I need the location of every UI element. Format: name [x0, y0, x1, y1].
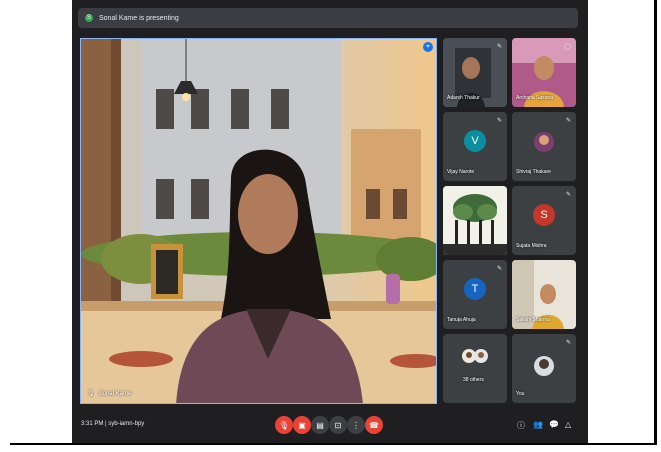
presenting-banner: S Sonal Kame is presenting	[78, 8, 578, 28]
participant-tile[interactable]: ✎ Shivraj Thakare	[512, 112, 576, 181]
avatar-initial: S	[540, 209, 548, 221]
participant-avatar: T	[464, 278, 486, 300]
separator: |	[105, 421, 107, 427]
participant-name: Archana Saxena	[516, 95, 553, 101]
pin-icon[interactable]: ⌖	[423, 42, 433, 52]
people-icon[interactable]: 👥	[533, 420, 543, 429]
present-icon: ⊡	[334, 420, 342, 430]
mic-off-icon: ✎	[565, 118, 571, 124]
more-vert-icon: ⋮	[352, 420, 360, 430]
avatar-initial: T	[471, 283, 479, 295]
self-tile[interactable]: ✎ You	[512, 334, 576, 403]
presenting-text: Sonal Kame is presenting	[99, 14, 179, 22]
participant-avatar: V	[464, 130, 486, 152]
speaker-name: Sonal Kame	[98, 390, 132, 397]
frame-edge	[654, 0, 657, 443]
participant-name: Sujata Mishra	[516, 243, 547, 249]
info-icon[interactable]: ⓘ	[517, 420, 525, 431]
frame-edge	[10, 443, 657, 445]
main-video[interactable]: ⌖ 🎙 Sonal Kame	[80, 38, 437, 404]
presenter-initial: S	[86, 15, 91, 21]
meet-window: S Sonal Kame is presenting ⌖ 🎙 Sonal Kam…	[72, 0, 588, 443]
camera-toggle-button[interactable]: ▣	[293, 416, 311, 434]
camera-off-icon: ▣	[298, 420, 306, 430]
participant-tile[interactable]: Sakshi Sharma	[512, 260, 576, 329]
captions-button[interactable]: ▤	[311, 416, 329, 434]
participant-tile[interactable]	[443, 186, 507, 255]
chat-icon[interactable]: 💬	[549, 420, 559, 429]
participant-tile[interactable]: V ✎ Vijay Narote	[443, 112, 507, 181]
participant-avatar: S	[533, 204, 555, 226]
participant-name: Adarsh Thakur	[447, 95, 480, 101]
participant-name: Sakshi Sharma	[516, 317, 550, 323]
activities-icon[interactable]: △	[565, 420, 571, 429]
others-avatars	[462, 349, 488, 363]
mic-off-icon: ✎	[496, 118, 502, 124]
end-call-icon: ☎	[369, 420, 379, 430]
speaker-name-label: 🎙 Sonal Kame	[87, 390, 132, 398]
captions-icon: ▤	[316, 420, 324, 430]
participant-name: You	[516, 391, 525, 397]
participant-tile[interactable]: S ✎ Sujata Mishra	[512, 186, 576, 255]
others-tile[interactable]: 38 others	[443, 334, 507, 403]
participant-name: Shivraj Thakare	[516, 169, 551, 175]
mic-off-icon: ✎	[496, 44, 502, 50]
speaker-video-frame	[81, 39, 436, 403]
meeting-code: syb-iamn-bpy	[108, 421, 145, 427]
mic-off-icon: 🎙	[278, 420, 290, 430]
presenter-avatar: S	[85, 14, 93, 22]
more-options-icon[interactable]: ◯	[564, 43, 571, 50]
participant-name: Tanuja Ahuja	[447, 317, 476, 323]
clock-time: 3:31 PM	[81, 421, 104, 427]
leave-call-button[interactable]: ☎	[365, 416, 383, 434]
avatar-initial: V	[471, 135, 479, 147]
participant-name: Vijay Narote	[447, 169, 475, 175]
participant-tile[interactable]: ◯ Archana Saxena	[512, 38, 576, 107]
participant-tile[interactable]: ✎ Adarsh Thakur	[443, 38, 507, 107]
mic-off-icon: 🎙	[87, 391, 95, 397]
control-bar: 3:31 PM | syb-iamn-bpy 🎙 ▣ ▤ ⊡ ⋮ ☎ ⓘ 👥 💬…	[72, 411, 588, 441]
mic-off-icon: ✎	[496, 266, 502, 272]
others-count: 38 others	[463, 377, 484, 383]
more-options-button[interactable]: ⋮	[347, 416, 365, 434]
meeting-info: 3:31 PM | syb-iamn-bpy	[81, 421, 144, 427]
mic-toggle-button[interactable]: 🎙	[275, 416, 293, 434]
participant-video	[443, 186, 507, 255]
mic-off-icon: ✎	[565, 192, 571, 198]
present-button[interactable]: ⊡	[329, 416, 347, 434]
mic-off-icon: ✎	[565, 340, 571, 346]
participant-tile[interactable]: T ✎ Tanuja Ahuja	[443, 260, 507, 329]
